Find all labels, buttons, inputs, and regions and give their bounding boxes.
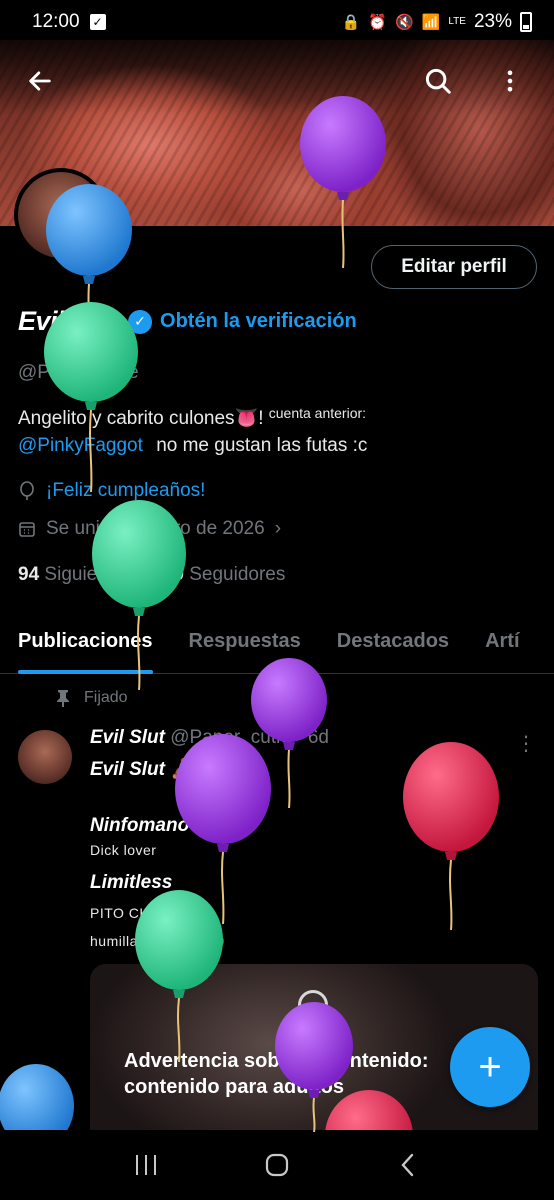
chevron-right-icon: ›: [274, 518, 282, 539]
back-button[interactable]: [20, 61, 60, 101]
bio-text-2: no me gustan las futas :c: [156, 435, 368, 456]
balloon-icon: [20, 481, 34, 500]
post-line-6: humillatiom lover 🥴: [90, 933, 226, 949]
following-stat[interactable]: 94 Siguiendo: [18, 564, 129, 585]
calendar-icon: [19, 522, 35, 537]
plus-icon: +: [478, 1044, 502, 1089]
birthday-row[interactable]: ¡Feliz cumpleaños!: [18, 480, 205, 502]
post-line-3: Dick lover: [90, 842, 157, 858]
search-icon: [425, 68, 451, 94]
arrow-left-icon: [29, 71, 51, 91]
home-button[interactable]: [247, 1140, 307, 1190]
post-line-4: Limitless: [90, 872, 173, 893]
post-more-button[interactable]: ⋮: [516, 731, 536, 756]
followers-label: Seguidores: [189, 564, 286, 585]
followers-count: 450: [152, 564, 184, 585]
following-count: 94: [18, 564, 40, 585]
system-nav-bar: [0, 1130, 554, 1200]
tongue-emoji-icon: 👅: [234, 408, 259, 429]
recents-button[interactable]: [116, 1140, 176, 1190]
profile-handle: @Paper_cutie: [18, 362, 139, 383]
status-time: 12:00: [32, 11, 80, 32]
post-line-1: Evil Slut 🧸: [90, 759, 194, 780]
eye-slash-icon: [298, 990, 328, 1020]
follow-stats: 94 Siguiendo 450 Seguidores: [18, 564, 285, 586]
lte-icon: LTE: [448, 16, 466, 27]
alarm-icon: ⏰: [368, 14, 387, 31]
pinned-indicator: Fijado: [56, 689, 128, 707]
status-bar: 12:00 ✓ 🔒 ⏰ 🔇 📶 LTE 23%: [0, 0, 554, 44]
home-icon: [265, 1153, 289, 1177]
notification-check-icon: ✓: [89, 14, 106, 30]
followers-stat[interactable]: 450 Seguidores: [152, 564, 285, 585]
display-name: Evil Slut: [18, 306, 121, 336]
post-author-handle: @Paper_cutie: [170, 727, 291, 748]
post-author-name[interactable]: Evil Slut: [90, 727, 165, 748]
battery-icon: [520, 12, 532, 32]
birthday-text[interactable]: ¡Feliz cumpleaños!: [46, 480, 205, 502]
bio-mention-link[interactable]: @PinkyFaggot: [18, 435, 143, 456]
post-line-2: Ninfomano: [90, 815, 190, 836]
bio-line-1: Angelito y cabrito culones👅! cuenta ante…: [18, 405, 366, 430]
post-author-avatar[interactable]: [18, 730, 72, 784]
get-verified-link[interactable]: Obtén la verificación: [160, 310, 357, 333]
bio-exclamation: !: [258, 408, 264, 429]
lock-icon: 🔒: [341, 14, 361, 31]
balloon-blue-2: [0, 1064, 74, 1130]
bio-previous-account-label: cuenta anterior:: [268, 405, 367, 421]
pinned-label: Fijado: [84, 689, 128, 706]
balloon-red-1: [403, 742, 499, 930]
more-options-button[interactable]: [490, 61, 530, 101]
tab-publicaciones[interactable]: Publicaciones: [0, 616, 171, 674]
joined-row[interactable]: Se unió en enero de 2026 ›: [18, 518, 281, 540]
post-line-5: PITO CHICO! 💔: [90, 905, 204, 921]
verified-badge-icon: ✓: [128, 309, 153, 334]
tab-articulos[interactable]: Artí: [467, 616, 537, 673]
post-time: · 6d: [296, 727, 329, 748]
following-label: Siguiendo: [44, 564, 129, 585]
back-icon: [401, 1153, 414, 1177]
profile-tabs: Publicaciones Respuestas Destacados Artí: [0, 616, 554, 674]
mute-icon: 🔇: [394, 14, 414, 31]
bio-text: Angelito y cabrito culones: [18, 408, 235, 429]
wifi-icon: 📶: [421, 14, 441, 31]
edit-profile-button[interactable]: Editar perfil: [371, 245, 537, 289]
compose-fab-button[interactable]: +: [450, 1027, 530, 1107]
tab-respuestas[interactable]: Respuestas: [171, 616, 319, 673]
bio-line-2: @PinkyFaggot no me gustan las futas :c: [18, 435, 367, 457]
pin-icon: [57, 690, 69, 707]
tab-destacados[interactable]: Destacados: [319, 616, 467, 673]
battery-percent: 23%: [473, 11, 512, 32]
search-button[interactable]: [418, 61, 458, 101]
nav-back-button[interactable]: [378, 1140, 438, 1190]
more-vertical-icon: [507, 70, 513, 92]
joined-text: Se unió en enero de 2026: [46, 518, 265, 539]
name-row: Evil Slut ✓ Obtén la verificación: [18, 306, 357, 337]
profile-avatar[interactable]: [14, 168, 108, 262]
post-header: Evil Slut @Paper_cutie · 6d: [90, 727, 329, 749]
recents-icon: [135, 1155, 156, 1175]
